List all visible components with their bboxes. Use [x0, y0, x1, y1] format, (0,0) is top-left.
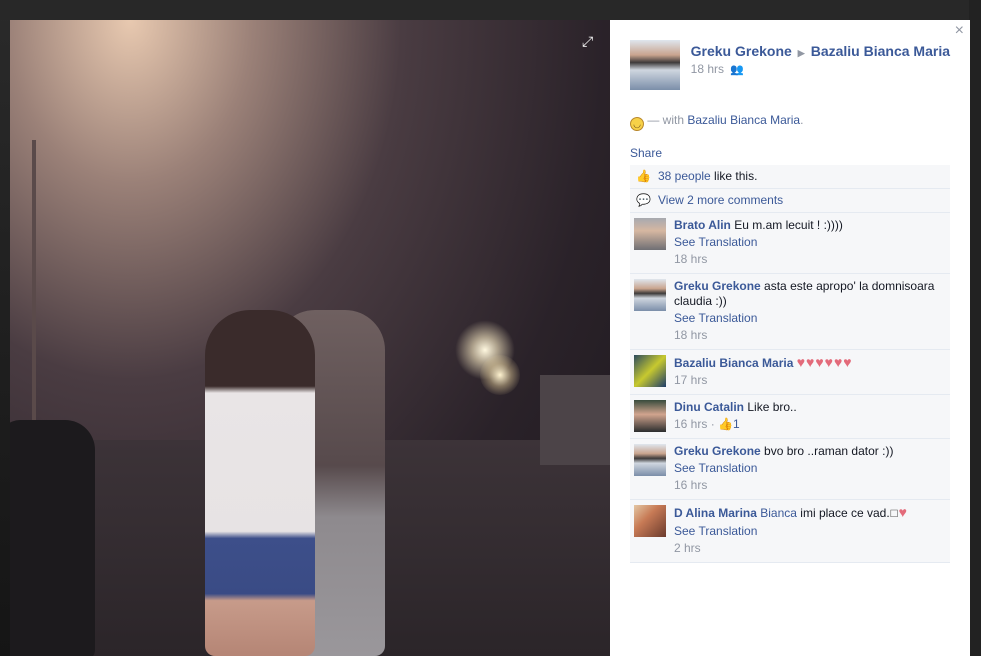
- comment-item: Dinu Catalin Like bro.. 16 hrs · 👍1: [630, 395, 950, 439]
- comment-timestamp[interactable]: 16 hrs: [674, 417, 707, 431]
- view-more-row[interactable]: 💬 View 2 more comments: [630, 189, 950, 213]
- likes-row: 👍 38 people like this.: [630, 165, 950, 189]
- comment-author[interactable]: Greku Grekone: [674, 279, 761, 293]
- photo-person: [205, 310, 315, 656]
- avatar[interactable]: [634, 218, 666, 250]
- author-link[interactable]: Greku Grekone: [691, 43, 792, 59]
- unknown-glyph: ☐: [889, 509, 899, 520]
- comment-timestamp[interactable]: 17 hrs: [674, 373, 853, 388]
- comment-timestamp[interactable]: 18 hrs: [674, 328, 944, 343]
- see-translation-link[interactable]: See Translation: [674, 461, 893, 476]
- comment-text: bvo bro ..raman dator :)): [764, 444, 894, 458]
- comment-text: Like bro..: [747, 400, 797, 414]
- view-more-comments-link[interactable]: View 2 more comments: [658, 193, 783, 207]
- photo-street-light: [480, 355, 520, 395]
- see-translation-link[interactable]: See Translation: [674, 524, 907, 539]
- post-timestamp[interactable]: 18 hrs: [691, 62, 724, 76]
- comment-item: Greku Grekone asta este apropo' la domni…: [630, 274, 950, 350]
- like-icon: 👍: [636, 169, 651, 183]
- comment-meta: 16 hrs · 👍1: [674, 417, 797, 432]
- comment-text: Eu m.am lecuit ! :)))): [734, 218, 843, 232]
- comment-like-count[interactable]: 1: [733, 417, 740, 431]
- smiley-icon: ◡: [630, 117, 644, 131]
- comment-timestamp[interactable]: 2 hrs: [674, 541, 907, 556]
- comment-author[interactable]: D Alina Marina: [674, 506, 757, 520]
- photo[interactable]: ⤢: [10, 20, 610, 656]
- post-caption: ◡ — with Bazaliu Bianca Maria.: [630, 113, 950, 131]
- tagged-person-link[interactable]: Bianca: [760, 506, 797, 520]
- avatar[interactable]: [634, 400, 666, 432]
- comment-text: imi place ce vad.: [800, 506, 890, 520]
- photo-car: [10, 420, 95, 656]
- photo-lamp-pole: [32, 140, 36, 420]
- comment-author[interactable]: Dinu Catalin: [674, 400, 744, 414]
- expand-icon[interactable]: ⤢: [582, 34, 596, 48]
- heart-icon: ♥: [898, 504, 907, 520]
- avatar[interactable]: [634, 279, 666, 311]
- photo-viewer-modal: ⤢ × Greku Grekone ▶ Bazaliu Bianca Maria 1…: [10, 20, 970, 656]
- comment-icon: 💬: [636, 193, 651, 207]
- audience-icon[interactable]: 👥: [730, 64, 744, 76]
- triangle-right-icon: ▶: [797, 48, 805, 58]
- see-translation-link[interactable]: See Translation: [674, 235, 843, 250]
- target-link[interactable]: Bazaliu Bianca Maria: [811, 43, 950, 59]
- comment-timestamp[interactable]: 18 hrs: [674, 252, 843, 267]
- likers-link[interactable]: 38 people: [658, 169, 711, 183]
- comment-item: Brato Alin Eu m.am lecuit ! :)))) See Tr…: [630, 213, 950, 274]
- avatar[interactable]: [630, 40, 680, 90]
- avatar[interactable]: [634, 444, 666, 476]
- photo-building: [540, 375, 610, 465]
- post-header: Greku Grekone ▶ Bazaliu Bianca Maria 18 hr…: [630, 40, 950, 90]
- like-icon[interactable]: 👍: [718, 417, 733, 431]
- likes-text: like this.: [710, 169, 758, 183]
- caption-text: — with: [647, 113, 685, 127]
- avatar[interactable]: [634, 505, 666, 537]
- comment-item: Greku Grekone bvo bro ..raman dator :)) …: [630, 439, 950, 500]
- caption-period: .: [800, 113, 804, 127]
- tagged-person-link[interactable]: Bazaliu Bianca Maria: [687, 113, 800, 127]
- feedback-box: 👍 38 people like this. 💬 View 2 more comme…: [630, 165, 950, 563]
- comment-author[interactable]: Brato Alin: [674, 218, 731, 232]
- comment-author[interactable]: Greku Grekone: [674, 444, 761, 458]
- separator: ·: [710, 417, 715, 431]
- background-page-strip: [0, 0, 981, 20]
- avatar[interactable]: [634, 355, 666, 387]
- post-sidebar: × Greku Grekone ▶ Bazaliu Bianca Maria 18 …: [610, 20, 970, 656]
- comment-author[interactable]: Bazaliu Bianca Maria: [674, 356, 793, 370]
- comment-timestamp[interactable]: 16 hrs: [674, 478, 893, 493]
- share-link[interactable]: Share: [630, 146, 950, 160]
- comment-item: D Alina Marina Bianca imi place ce vad.☐…: [630, 500, 950, 563]
- comment-item: Bazaliu Bianca Maria ♥♥♥♥♥♥ 17 hrs: [630, 350, 950, 395]
- comment-text: ♥♥♥♥♥♥: [796, 354, 853, 370]
- close-icon[interactable]: ×: [955, 22, 964, 40]
- see-translation-link[interactable]: See Translation: [674, 311, 944, 326]
- background-page-edge: [969, 0, 981, 656]
